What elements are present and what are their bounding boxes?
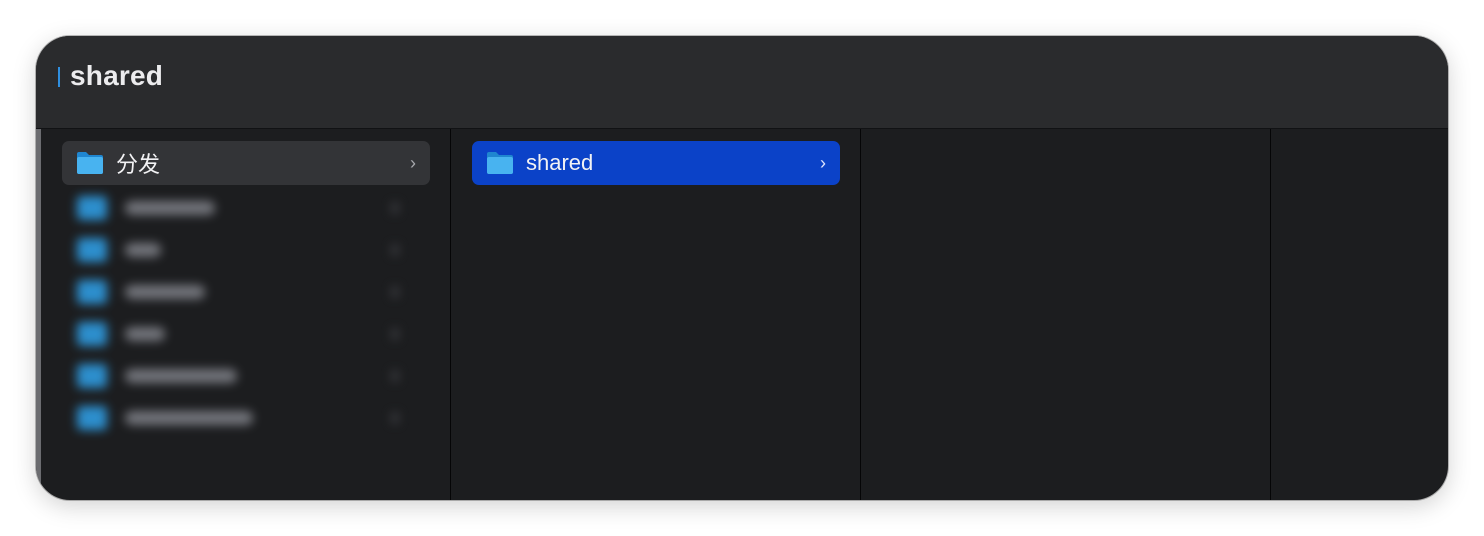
text-cursor <box>58 67 60 87</box>
column-1[interactable]: 分发 › <box>41 129 451 500</box>
chevron-right-icon <box>391 244 399 256</box>
title-bar: shared <box>36 36 1448 129</box>
chevron-right-icon <box>391 286 399 298</box>
window-title: shared <box>70 60 164 91</box>
folder-icon <box>77 322 107 346</box>
folder-icon <box>77 238 107 262</box>
folder-icon <box>487 152 513 174</box>
column-4[interactable] <box>1271 129 1448 500</box>
folder-row-shared[interactable]: shared › <box>472 141 840 185</box>
finder-window: shared 分发 › shared › <box>36 36 1448 500</box>
blurred-list-item <box>67 317 407 351</box>
folder-icon <box>77 280 107 304</box>
blurred-list-item <box>67 275 407 309</box>
chevron-right-icon: › <box>410 152 416 173</box>
blurred-list-item <box>67 359 407 393</box>
chevron-right-icon <box>391 370 399 382</box>
folder-icon <box>77 406 107 430</box>
folder-row-label: shared <box>526 150 594 175</box>
chevron-right-icon: › <box>820 152 826 173</box>
folder-row-label: 分发 <box>116 152 161 177</box>
column-browser: 分发 › shared › <box>41 129 1448 500</box>
folder-icon <box>77 364 107 388</box>
folder-icon <box>77 196 107 220</box>
blurred-list-item <box>67 401 407 435</box>
blurred-folder-list <box>67 191 429 449</box>
chevron-right-icon <box>391 412 399 424</box>
chevron-right-icon <box>391 202 399 214</box>
folder-icon <box>77 152 103 174</box>
folder-row-distribution[interactable]: 分发 › <box>62 141 430 185</box>
column-3[interactable] <box>861 129 1271 500</box>
chevron-right-icon <box>391 328 399 340</box>
blurred-list-item <box>67 191 407 225</box>
blurred-list-item <box>67 233 407 267</box>
column-2[interactable]: shared › <box>451 129 861 500</box>
